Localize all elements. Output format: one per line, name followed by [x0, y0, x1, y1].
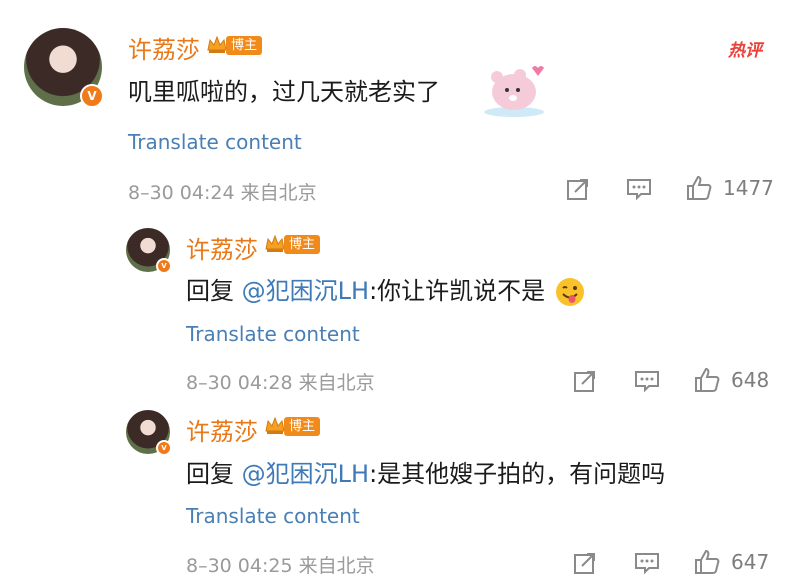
- share-button[interactable]: [572, 368, 598, 394]
- verified-icon: V: [80, 84, 104, 108]
- share-icon: [574, 371, 595, 392]
- avatar[interactable]: V: [126, 410, 172, 456]
- reply-text: 回复 @犯困沉LH:是其他嫂子拍的，有问题吗: [186, 460, 666, 488]
- like-button[interactable]: 1477: [685, 174, 774, 202]
- share-icon: [574, 553, 595, 574]
- author-name[interactable]: 许荔莎: [186, 412, 258, 447]
- like-icon: [695, 549, 720, 574]
- share-button[interactable]: [572, 550, 598, 576]
- comment-text: 叽里呱啦的，过几天就老实了: [128, 78, 440, 106]
- reply-text: 回复 @犯困沉LH:你让许凯说不是: [186, 271, 585, 307]
- reply-button[interactable]: [633, 550, 661, 576]
- share-icon: [567, 179, 588, 200]
- comment-icon: [635, 371, 659, 393]
- share-button[interactable]: [565, 176, 591, 202]
- tongue-emoji-icon: [555, 278, 584, 306]
- author-name[interactable]: 许荔莎: [128, 30, 200, 65]
- avatar[interactable]: V: [126, 228, 172, 274]
- comment-icon: [627, 179, 651, 201]
- reply-button[interactable]: [625, 176, 653, 202]
- user-mention[interactable]: @犯困沉LH: [242, 460, 369, 488]
- like-count: 1477: [723, 176, 774, 200]
- like-count: 648: [731, 368, 770, 392]
- translate-link[interactable]: Translate content: [128, 130, 302, 154]
- translate-link[interactable]: Translate content: [186, 322, 360, 346]
- like-icon: [687, 175, 712, 200]
- verified-icon: V: [156, 258, 172, 274]
- translate-link[interactable]: Translate content: [186, 504, 360, 528]
- like-count: 647: [731, 550, 770, 574]
- reply-button[interactable]: [633, 368, 661, 394]
- like-icon: [695, 367, 720, 392]
- crown-icon: [265, 234, 285, 252]
- like-button[interactable]: 648: [693, 366, 769, 394]
- hot-comment-label: 热评: [728, 41, 762, 61]
- crown-icon: [207, 35, 227, 53]
- blogger-badge: 博主: [264, 415, 321, 437]
- blogger-badge: 博主: [206, 34, 263, 56]
- user-mention[interactable]: @犯困沉LH: [242, 277, 369, 305]
- sticker-icon: [484, 66, 544, 117]
- crown-icon: [265, 416, 285, 434]
- comment-meta: 8–30 04:24 来自北京: [128, 182, 317, 204]
- comment-meta: 8–30 04:28 来自北京: [186, 372, 375, 394]
- blogger-badge: 博主: [264, 233, 321, 255]
- verified-icon: V: [156, 440, 172, 456]
- comment-meta: 8–30 04:25 来自北京: [186, 555, 375, 577]
- comment-icon: [635, 553, 659, 575]
- avatar[interactable]: V: [24, 28, 104, 108]
- author-name[interactable]: 许荔莎: [186, 230, 258, 265]
- like-button[interactable]: 647: [693, 548, 769, 576]
